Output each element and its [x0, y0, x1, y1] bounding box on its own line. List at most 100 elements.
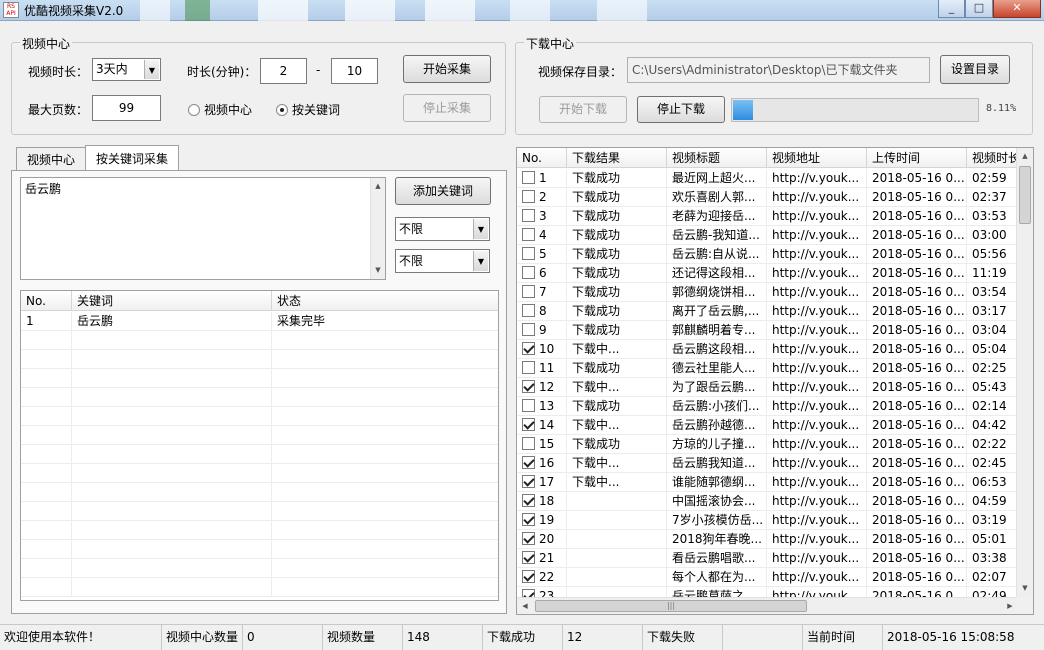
- row-checkbox[interactable]: [522, 323, 535, 336]
- table-row[interactable]: 12 下载中... 为了跟岳云鹏... http://v.youk... 2018-05…: [517, 378, 1018, 397]
- save-dir-input[interactable]: C:\Users\Administrator\Desktop\已下载文件夹: [627, 57, 930, 83]
- table-row[interactable]: [21, 540, 498, 559]
- column-header-url[interactable]: 视频地址: [767, 148, 867, 167]
- filter-select-2[interactable]: 不限 ▼: [395, 249, 490, 273]
- table-row[interactable]: [21, 464, 498, 483]
- row-checkbox[interactable]: [522, 551, 535, 564]
- column-header-duration[interactable]: 视频时长: [967, 148, 1018, 167]
- table-row[interactable]: 11 下载成功 德云社里能人... http://v.youk... 2018-05-1…: [517, 359, 1018, 378]
- table-row[interactable]: [21, 388, 498, 407]
- cell-no[interactable]: 5: [517, 245, 567, 263]
- table-row[interactable]: 20 2018狗年春晚... http://v.youk... 2018-05-16 …: [517, 530, 1018, 549]
- cell-no[interactable]: 2: [517, 188, 567, 206]
- tab-video-center[interactable]: 视频中心: [16, 147, 87, 171]
- cell-no[interactable]: 6: [517, 264, 567, 282]
- stop-download-button[interactable]: 停止下载: [637, 96, 725, 123]
- min-duration-input[interactable]: 2: [260, 58, 307, 84]
- stop-collect-button[interactable]: 停止采集: [403, 94, 491, 122]
- table-row[interactable]: 19 7岁小孩模仿岳... http://v.youk... 2018-05-16 0…: [517, 511, 1018, 530]
- table-row[interactable]: [21, 559, 498, 578]
- table-row[interactable]: 13 下载成功 岳云鹏:小孩们... http://v.youk... 2018-05-…: [517, 397, 1018, 416]
- row-checkbox[interactable]: [522, 475, 535, 488]
- max-duration-input[interactable]: 10: [331, 58, 378, 84]
- table-row[interactable]: 10 下载中... 岳云鹏这段相... http://v.youk... 2018-05…: [517, 340, 1018, 359]
- column-header-status[interactable]: 状态: [272, 291, 498, 310]
- cell-no[interactable]: 12: [517, 378, 567, 396]
- table-row[interactable]: 5 下载成功 岳云鹏:自从说... http://v.youk... 2018-05-1…: [517, 245, 1018, 264]
- cell-no[interactable]: 1: [517, 169, 567, 187]
- table-row[interactable]: 14 下载中... 岳云鹏孙越德... http://v.youk... 2018-05…: [517, 416, 1018, 435]
- start-download-button[interactable]: 开始下载: [539, 96, 627, 123]
- table-row[interactable]: [21, 350, 498, 369]
- row-checkbox[interactable]: [522, 342, 535, 355]
- row-checkbox[interactable]: [522, 171, 535, 184]
- table-row[interactable]: [21, 521, 498, 540]
- column-header-result[interactable]: 下载结果: [567, 148, 667, 167]
- row-checkbox[interactable]: [522, 209, 535, 222]
- row-checkbox[interactable]: [522, 418, 535, 431]
- cell-no[interactable]: 4: [517, 226, 567, 244]
- row-checkbox[interactable]: [522, 437, 535, 450]
- row-checkbox[interactable]: [522, 361, 535, 374]
- table-row[interactable]: 16 下载中... 岳云鹏我知道... http://v.youk... 2018-05…: [517, 454, 1018, 473]
- table-row[interactable]: 3 下载成功 老薛为迎接岳... http://v.youk... 2018-05-16…: [517, 207, 1018, 226]
- row-checkbox[interactable]: [522, 456, 535, 469]
- cell-no[interactable]: 7: [517, 283, 567, 301]
- cell-no[interactable]: 9: [517, 321, 567, 339]
- row-checkbox[interactable]: [522, 513, 535, 526]
- video-table-hscrollbar[interactable]: ◀ ||| ▶: [517, 597, 1018, 614]
- table-row[interactable]: 4 下载成功 岳云鹏-我知道... http://v.youk... 2018-05-1…: [517, 226, 1018, 245]
- row-checkbox[interactable]: [522, 380, 535, 393]
- cell-no[interactable]: 22: [517, 568, 567, 586]
- scroll-thumb[interactable]: |||: [535, 600, 807, 612]
- row-checkbox[interactable]: [522, 266, 535, 279]
- cell-no[interactable]: 17: [517, 473, 567, 491]
- scroll-down-icon[interactable]: ▼: [1017, 580, 1033, 597]
- column-header-no[interactable]: No.: [21, 291, 72, 310]
- cell-no[interactable]: 20: [517, 530, 567, 548]
- cell-no[interactable]: 21: [517, 549, 567, 567]
- table-row[interactable]: 1 下载成功 最近网上超火... http://v.youk... 2018-05-16…: [517, 169, 1018, 188]
- table-row[interactable]: 17 下载中... 谁能随郭德纲... http://v.youk... 2018-05…: [517, 473, 1018, 492]
- table-row[interactable]: [21, 426, 498, 445]
- table-row[interactable]: 1 岳云鹏 采集完毕: [21, 312, 498, 331]
- table-row[interactable]: [21, 483, 498, 502]
- column-header-title[interactable]: 视频标题: [667, 148, 767, 167]
- scroll-left-icon[interactable]: ◀: [517, 598, 533, 614]
- max-pages-input[interactable]: 99: [92, 95, 161, 121]
- table-row[interactable]: 22 每个人都在为... http://v.youk... 2018-05-16 0.…: [517, 568, 1018, 587]
- column-header-upload-time[interactable]: 上传时间: [867, 148, 967, 167]
- table-row[interactable]: 6 下载成功 还记得这段相... http://v.youk... 2018-05-16…: [517, 264, 1018, 283]
- cell-no[interactable]: 8: [517, 302, 567, 320]
- row-checkbox[interactable]: [522, 247, 535, 260]
- tab-keyword-collect[interactable]: 按关键词采集: [85, 145, 180, 171]
- table-row[interactable]: [21, 407, 498, 426]
- minimize-button[interactable]: _: [938, 0, 965, 18]
- maximize-button[interactable]: □: [965, 0, 993, 18]
- row-checkbox[interactable]: [522, 304, 535, 317]
- cell-no[interactable]: 10: [517, 340, 567, 358]
- scroll-down-icon[interactable]: ▼: [371, 262, 385, 279]
- close-button[interactable]: ✕: [993, 0, 1041, 18]
- row-checkbox[interactable]: [522, 570, 535, 583]
- keyword-textarea[interactable]: 岳云鹏 ▲ ▼: [20, 177, 386, 280]
- cell-no[interactable]: 11: [517, 359, 567, 377]
- title-bar[interactable]: RS API 优酷视频采集V2.0 _ □ ✕: [0, 0, 1044, 21]
- add-keyword-button[interactable]: 添加关键词: [395, 177, 491, 205]
- radio-video-center[interactable]: 视频中心: [188, 101, 252, 118]
- row-checkbox[interactable]: [522, 399, 535, 412]
- row-checkbox[interactable]: [522, 532, 535, 545]
- table-row[interactable]: 15 下载成功 方琼的儿子撞... http://v.youk... 2018-05-1…: [517, 435, 1018, 454]
- row-checkbox[interactable]: [522, 285, 535, 298]
- table-row[interactable]: 9 下载成功 郭麒麟明着专... http://v.youk... 2018-05-16…: [517, 321, 1018, 340]
- cell-no[interactable]: 13: [517, 397, 567, 415]
- table-row[interactable]: 18 中国摇滚协会... http://v.youk... 2018-05-16 0.…: [517, 492, 1018, 511]
- cell-no[interactable]: 16: [517, 454, 567, 472]
- table-row[interactable]: [21, 502, 498, 521]
- table-row[interactable]: 21 看岳云鹏唱歌... http://v.youk... 2018-05-16 0.…: [517, 549, 1018, 568]
- cell-no[interactable]: 15: [517, 435, 567, 453]
- row-checkbox[interactable]: [522, 494, 535, 507]
- cell-no[interactable]: 19: [517, 511, 567, 529]
- table-row[interactable]: [21, 369, 498, 388]
- table-row[interactable]: [21, 331, 498, 350]
